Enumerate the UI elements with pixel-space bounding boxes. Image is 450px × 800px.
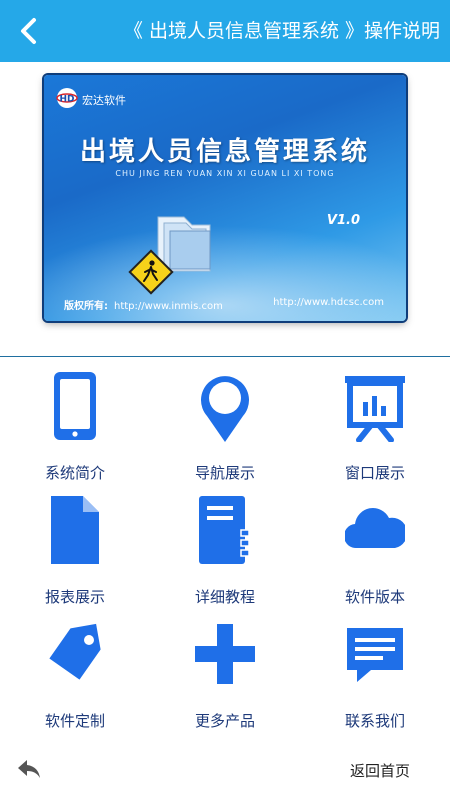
document-icon xyxy=(51,496,99,564)
location-pin-icon xyxy=(201,376,249,442)
menu-item-tutorial[interactable]: 详细教程 xyxy=(150,490,300,614)
message-icon xyxy=(347,628,403,682)
app-title: 出境人员信息管理系统 xyxy=(79,137,370,167)
plus-icon xyxy=(195,624,255,684)
reply-arrow-icon[interactable] xyxy=(16,758,42,780)
return-home-link[interactable]: 返回首页 xyxy=(350,760,410,781)
menu-label: 系统简介 xyxy=(44,464,105,482)
app-pinyin: CHU JING REN YUAN XIN XI GUAN LI XI TONG xyxy=(115,169,335,178)
header-bar: 《 出境人员信息管理系统 》操作说明 xyxy=(0,0,450,62)
menu-label: 更多产品 xyxy=(194,712,255,730)
section-divider xyxy=(0,356,450,357)
brand-logo: HD xyxy=(56,88,78,108)
back-arrow-icon[interactable] xyxy=(14,15,46,47)
version-label: V1.0 xyxy=(326,213,360,228)
menu-item-version[interactable]: 软件版本 xyxy=(300,490,450,614)
menu-item-more-products[interactable]: 更多产品 xyxy=(150,614,300,738)
menu-item-custom[interactable]: 软件定制 xyxy=(0,614,150,738)
menu-label: 联系我们 xyxy=(344,712,405,730)
menu-item-window[interactable]: 窗口展示 xyxy=(300,366,450,490)
menu-item-navigation[interactable]: 导航展示 xyxy=(150,366,300,490)
brand-name: 宏达软件 xyxy=(82,94,126,107)
menu-label: 软件版本 xyxy=(344,588,405,606)
notebook-icon xyxy=(199,496,250,564)
page-title: 《 出境人员信息管理系统 》操作说明 xyxy=(123,20,440,42)
menu-item-system-intro[interactable]: 系统简介 xyxy=(0,366,150,490)
url-inmis: http://www.inmis.com xyxy=(114,301,223,312)
phone-icon xyxy=(54,372,96,440)
menu-item-report[interactable]: 报表展示 xyxy=(0,490,150,614)
menu-label: 窗口展示 xyxy=(344,464,405,482)
menu-label: 报表展示 xyxy=(44,588,105,606)
brand-logo-text: HD xyxy=(59,95,74,105)
folder-pedestrian-sign-icon xyxy=(128,216,211,295)
copyright-line: 版权所有: http://www.inmis.com http://www.hdc… xyxy=(64,297,398,312)
menu-item-contact[interactable]: 联系我们 xyxy=(300,614,450,738)
menu-label: 导航展示 xyxy=(194,464,255,482)
menu-label: 软件定制 xyxy=(44,712,105,730)
cloud-icon xyxy=(345,508,405,549)
product-banner: HD 宏达软件 出境人员信息管理系统 CHU JING REN YUAN XIN… xyxy=(44,75,406,321)
url-hdcsc: http://www.hdcsc.com xyxy=(273,297,384,308)
footer-bar: 返回首页 xyxy=(0,752,450,792)
copyright-label: 版权所有: xyxy=(64,301,108,312)
menu-label: 详细教程 xyxy=(194,588,255,606)
tag-icon xyxy=(49,623,101,680)
presentation-icon xyxy=(345,376,405,442)
